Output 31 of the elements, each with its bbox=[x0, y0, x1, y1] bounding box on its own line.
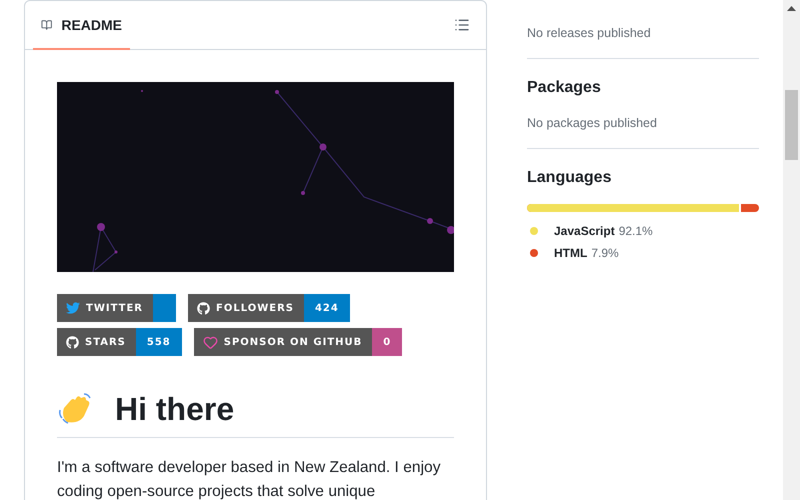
readme-tab[interactable]: README bbox=[33, 1, 130, 50]
section-text: No releases published bbox=[527, 25, 652, 42]
language-name[interactable]: JavaScript bbox=[554, 224, 615, 238]
badge-value: 424 bbox=[304, 294, 350, 322]
section-text: No packages published bbox=[527, 115, 658, 132]
heading: Hi there bbox=[115, 390, 234, 429]
scrollbar-thumb[interactable] bbox=[785, 90, 798, 160]
outline-icon[interactable] bbox=[454, 17, 470, 33]
section-heading: Packages bbox=[527, 78, 602, 98]
badge-text: STARS bbox=[85, 336, 126, 348]
github-icon bbox=[196, 302, 210, 314]
scroll-up-icon[interactable] bbox=[787, 6, 796, 11]
badge-text: SPONSOR ON GITHUB bbox=[224, 336, 362, 348]
section-heading: Languages bbox=[527, 168, 612, 188]
scrollbar[interactable] bbox=[783, 0, 800, 500]
language-name[interactable]: HTML bbox=[554, 246, 588, 260]
badge-link[interactable]: STARS 558 bbox=[57, 328, 182, 356]
github-icon bbox=[66, 336, 79, 348]
waving-hand-icon bbox=[57, 392, 93, 426]
bird-icon bbox=[66, 301, 80, 315]
badge-link[interactable]: TWITTER bbox=[57, 294, 176, 322]
badge-value: 558 bbox=[136, 328, 182, 356]
heart-icon bbox=[202, 334, 218, 350]
language-percent: 92.1% bbox=[618, 224, 653, 238]
intro-paragraph: I'm a software developer based in New Zealand. I enjoy coding open-source projects that solve unique bbox=[57, 458, 442, 500]
badge-text: TWITTER bbox=[86, 302, 143, 314]
badge-value: 0 bbox=[372, 328, 402, 356]
badge-link[interactable]: SPONSOR ON GITHUB 0 bbox=[194, 328, 402, 356]
badge-text: FOLLOWERS bbox=[216, 302, 294, 314]
language-percent: 7.9% bbox=[591, 246, 619, 260]
badge-link[interactable]: FOLLOWERS 424 bbox=[188, 294, 350, 322]
